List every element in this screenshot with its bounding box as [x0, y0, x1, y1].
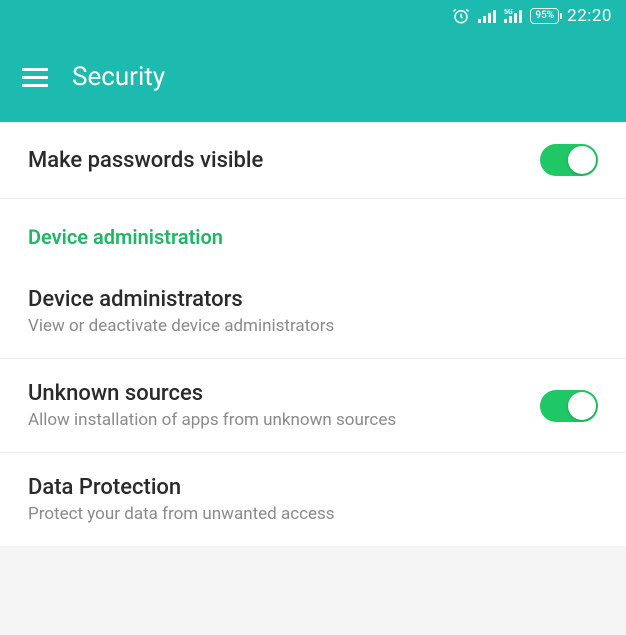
settings-list: Make passwords visible Device administra… [0, 122, 626, 546]
data-protection-item[interactable]: Data Protection Protect your data from u… [0, 453, 626, 546]
signal-icon [478, 9, 496, 23]
make-passwords-visible-item[interactable]: Make passwords visible [0, 122, 626, 199]
app-bar: Security [0, 32, 626, 122]
clock: 22:20 [567, 6, 612, 26]
device-administrators-item[interactable]: Device administrators View or deactivate… [0, 265, 626, 359]
unknown-sources-toggle[interactable] [540, 390, 598, 422]
item-subtitle: View or deactivate device administrators [28, 316, 598, 336]
page-title: Security [72, 62, 165, 92]
item-title: Unknown sources [28, 381, 540, 406]
battery-indicator: 95% [530, 8, 559, 24]
alarm-icon [452, 7, 470, 25]
hamburger-menu-icon[interactable] [22, 68, 48, 87]
svg-text:5G: 5G [504, 9, 513, 16]
status-bar: 5G 95% 22:20 [0, 0, 626, 32]
item-title: Data Protection [28, 475, 598, 500]
item-subtitle: Allow installation of apps from unknown … [28, 410, 540, 430]
section-header-device-administration: Device administration [0, 199, 626, 265]
signal-5g-icon: 5G [504, 9, 522, 23]
item-subtitle: Protect your data from unwanted access [28, 504, 598, 524]
item-title: Device administrators [28, 287, 598, 312]
passwords-visible-toggle[interactable] [540, 144, 598, 176]
unknown-sources-item[interactable]: Unknown sources Allow installation of ap… [0, 359, 626, 453]
item-title: Make passwords visible [28, 148, 540, 173]
